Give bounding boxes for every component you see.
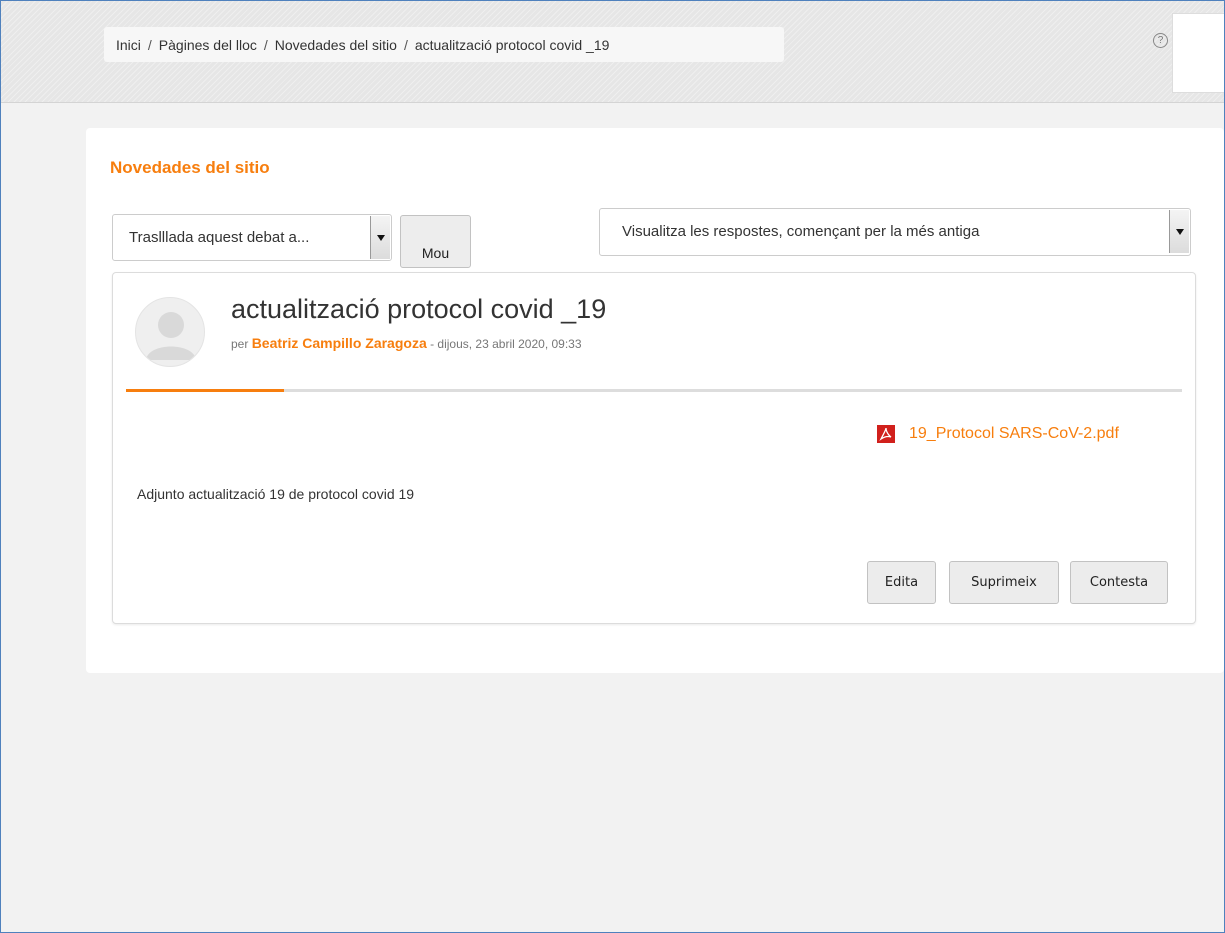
breadcrumb-separator: /	[147, 36, 152, 53]
chevron-down-icon[interactable]	[370, 216, 390, 259]
post-divider-progress	[126, 389, 1182, 392]
chevron-down-icon[interactable]	[1169, 210, 1189, 253]
post-date: - dijous, 23 abril 2020, 09:33	[430, 337, 582, 351]
header-panel	[1172, 13, 1224, 93]
breadcrumb-forum[interactable]: Novedades del sitio	[275, 37, 397, 53]
display-mode-select-value: Visualitza les respostes, començant per …	[622, 223, 980, 240]
attachment-link[interactable]: 19_Protocol SARS-CoV-2.pdf	[909, 425, 1119, 443]
edit-button[interactable]: Edita	[867, 561, 936, 604]
breadcrumb-separator: /	[403, 36, 408, 53]
move-button[interactable]: Mou	[400, 215, 471, 268]
breadcrumb-separator: /	[263, 36, 268, 53]
page-title: Novedades del sitio	[110, 158, 270, 177]
user-icon	[146, 312, 196, 360]
pdf-icon	[877, 425, 895, 443]
byline-prefix: per	[231, 337, 249, 351]
attachment: 19_Protocol SARS-CoV-2.pdf	[877, 425, 1119, 443]
reply-button[interactable]: Contesta	[1070, 561, 1168, 604]
avatar[interactable]	[135, 297, 205, 367]
breadcrumb-site-pages[interactable]: Pàgines del lloc	[159, 37, 257, 53]
breadcrumb-home[interactable]: Inici	[116, 37, 141, 53]
move-discussion-select[interactable]: Traslllada aquest debat a...	[112, 214, 392, 261]
breadcrumb: Inici / Pàgines del lloc / Novedades del…	[104, 27, 784, 62]
delete-button[interactable]: Suprimeix	[949, 561, 1059, 604]
move-discussion-select-value: Traslllada aquest debat a...	[129, 229, 310, 246]
post-byline: per Beatriz Campillo Zaragoza - dijous, …	[231, 335, 582, 351]
display-mode-select[interactable]: Visualitza les respostes, començant per …	[599, 208, 1191, 256]
help-icon[interactable]: ?	[1153, 33, 1168, 48]
breadcrumb-current: actualització protocol covid _19	[414, 36, 610, 53]
post-subject: actualització protocol covid _19	[231, 294, 607, 324]
post-message: Adjunto actualització 19 de protocol cov…	[137, 486, 415, 502]
progress-fill	[126, 389, 285, 392]
author-link[interactable]: Beatriz Campillo Zaragoza	[252, 335, 427, 351]
